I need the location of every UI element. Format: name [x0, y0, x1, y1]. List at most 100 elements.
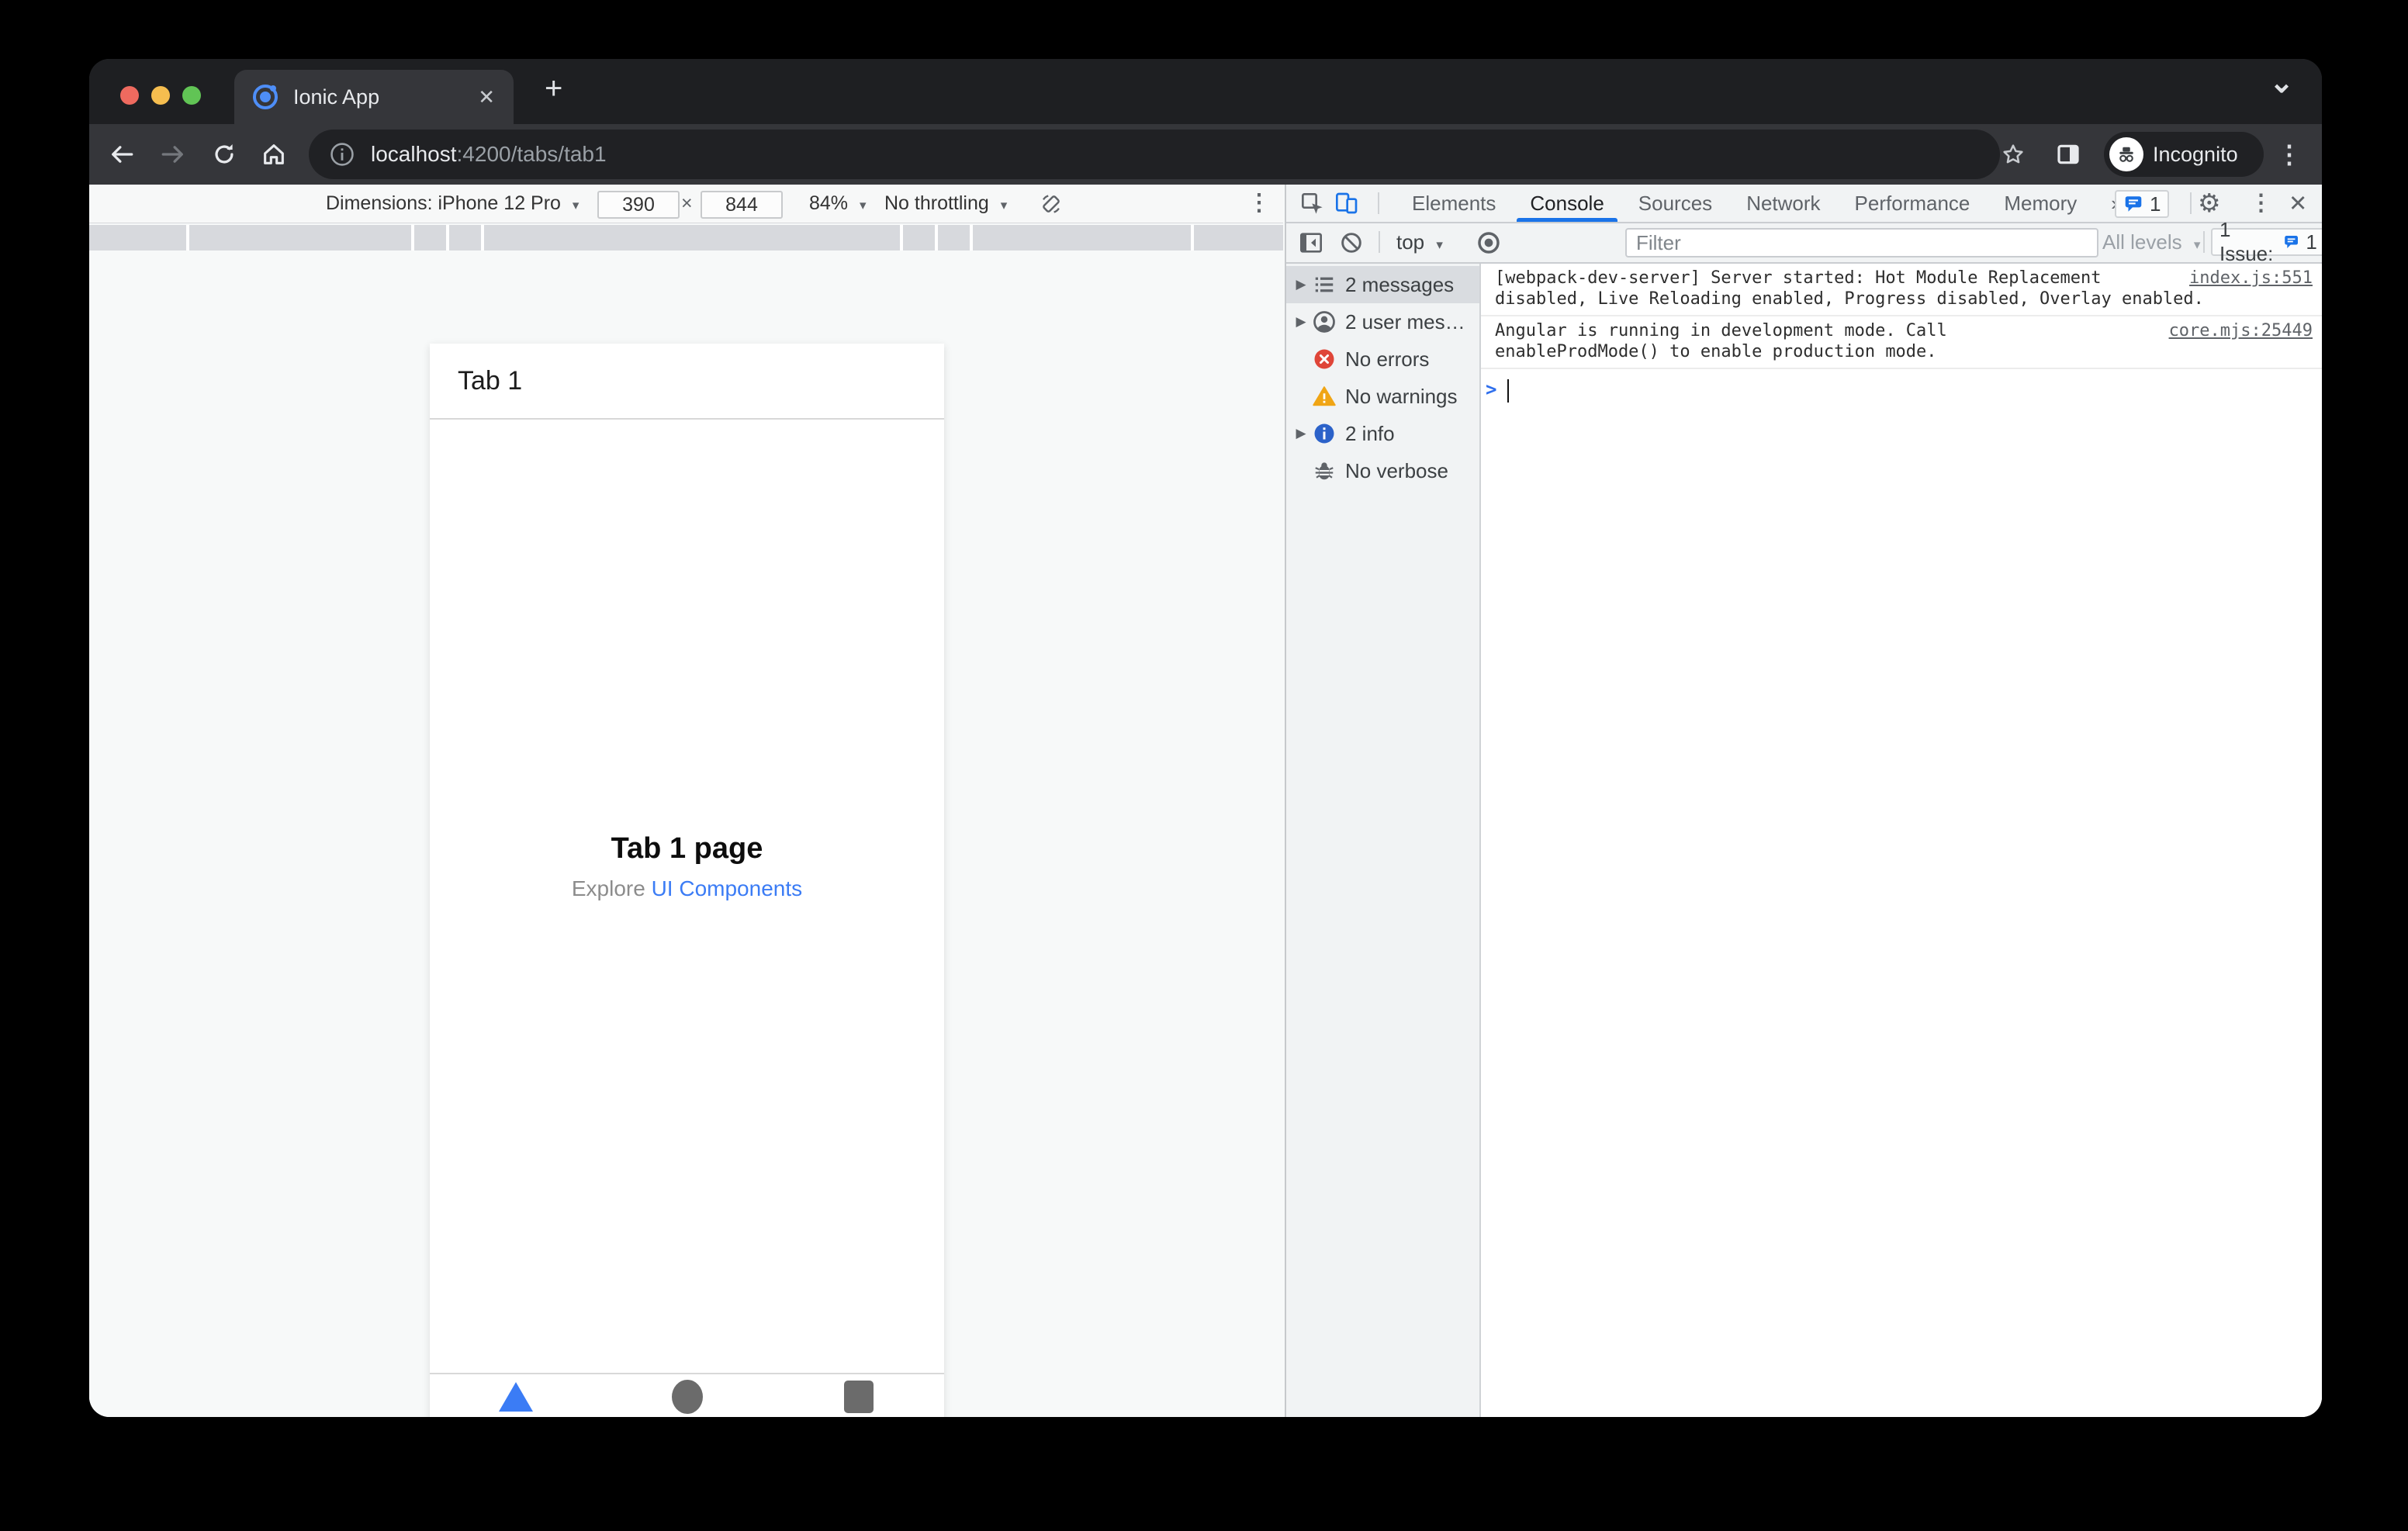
warning-icon [1313, 385, 1336, 408]
inspect-element-icon[interactable] [1300, 192, 1325, 216]
console-filter-input[interactable] [1625, 228, 2098, 257]
error-icon [1313, 347, 1336, 371]
new-tab-button[interactable]: + [545, 71, 562, 106]
expand-arrow-icon[interactable]: ▶ [1289, 426, 1313, 441]
square-icon [843, 1381, 874, 1413]
device-width-input[interactable] [597, 191, 680, 219]
messages-list-icon [1313, 273, 1336, 296]
console-message: core.mjs:25449 Angular is running in dev… [1481, 316, 2322, 369]
devtools-tab-console[interactable]: Console [1517, 185, 1617, 222]
user-messages-icon [1313, 310, 1336, 334]
site-info-icon[interactable] [329, 141, 355, 168]
ui-components-link[interactable]: UI Components [652, 876, 803, 900]
browser-tab[interactable]: Ionic App ✕ [234, 70, 514, 124]
back-icon[interactable] [103, 136, 140, 173]
caret-down-icon: ▾ [572, 198, 580, 213]
url-host: localhost [371, 142, 457, 166]
tab-strip: Ionic App ✕ + ⌄ [89, 59, 2322, 124]
source-link[interactable]: index.js:551 [2189, 268, 2313, 289]
divider [1379, 231, 1380, 253]
sidebar-item-all-messages[interactable]: ▶ 2 messages [1286, 266, 1479, 303]
divider [1378, 192, 1379, 214]
ruler-tick [411, 225, 414, 251]
sidebar-item-errors[interactable]: No errors [1286, 340, 1479, 378]
browser-menu-icon[interactable]: ⋮ [2271, 136, 2308, 173]
browser-toolbar: localhost:4200/tabs/tab1 Incognito ⋮ [89, 124, 2322, 185]
side-panel-icon[interactable] [2050, 136, 2087, 173]
sidebar-item-user-messages[interactable]: ▶ 2 user messages [1286, 303, 1479, 340]
incognito-badge: Incognito [2104, 132, 2264, 177]
caret-down-icon: ▾ [860, 198, 867, 213]
message-line: disabled, Live Reloading enabled, Progre… [1495, 289, 2204, 309]
devtools-tab-bar: Elements Console Sources Network Perform… [1286, 185, 2322, 223]
console-messages-pane: index.js:551 [webpack-dev-server] Server… [1481, 264, 2322, 1417]
issues-counter-button[interactable]: 1 [2115, 190, 2170, 218]
device-zoom-select[interactable]: 84% ▾ [809, 185, 867, 222]
device-height-input[interactable] [701, 191, 783, 219]
forward-icon [154, 136, 192, 173]
triangle-icon [498, 1382, 533, 1412]
tab-title: Ionic App [293, 85, 380, 109]
console-sidebar: ▶ 2 messages ▶ 2 user messages [1286, 264, 1481, 1417]
home-icon[interactable] [255, 136, 292, 173]
ruler-tick [935, 225, 938, 251]
issue-bubble-icon [2285, 236, 2299, 248]
devtools-close-icon[interactable]: ✕ [2289, 190, 2307, 217]
devtools-tab-elements[interactable]: Elements [1412, 185, 1496, 222]
toggle-console-sidebar-icon[interactable] [1299, 230, 1323, 255]
rotate-device-icon[interactable] [1040, 192, 1063, 230]
console-toolbar: top ▾ All levels ▾ 1 Issue: 1 [1286, 218, 2322, 265]
sidebar-item-verbose[interactable]: No verbose [1286, 452, 1479, 489]
issues-button[interactable]: 1 Issue: 1 [2211, 218, 2322, 265]
devtools-tab-sources[interactable]: Sources [1638, 185, 1712, 222]
incognito-icon [2109, 137, 2143, 171]
device-throttling-select[interactable]: No throttling ▾ [884, 185, 1007, 222]
devtools-tab-network[interactable]: Network [1746, 185, 1820, 222]
devtools-tab-memory[interactable]: Memory [2004, 185, 2077, 222]
expand-arrow-icon[interactable]: ▶ [1289, 314, 1313, 330]
prompt-chevron-icon: > [1486, 378, 1497, 400]
traffic-light-zoom[interactable] [182, 86, 201, 105]
sidebar-item-info[interactable]: ▶ 2 info [1286, 415, 1479, 452]
app-page-content: Tab 1 page Explore UI Components [430, 832, 944, 901]
devtools-tab-performance[interactable]: Performance [1855, 185, 1970, 222]
device-toolbar: Dimensions: iPhone 12 Pro ▾ × 84% ▾ No t… [89, 185, 1283, 223]
device-dimensions-select[interactable]: Dimensions: iPhone 12 Pro ▾ [326, 185, 579, 222]
dimensions-separator: × [681, 192, 693, 214]
reload-icon[interactable] [206, 136, 243, 173]
console-prompt[interactable]: > [1481, 369, 2322, 403]
traffic-light-close[interactable] [120, 86, 139, 105]
traffic-light-minimize[interactable] [151, 86, 170, 105]
text-cursor [1507, 379, 1510, 403]
ruler-tick [481, 225, 484, 251]
console-context-select[interactable]: top ▾ [1396, 223, 1443, 264]
url-bar[interactable]: localhost:4200/tabs/tab1 [309, 130, 2000, 179]
ellipse-icon [671, 1380, 703, 1414]
clear-console-icon[interactable] [1339, 230, 1364, 255]
device-toolbar-menu-icon[interactable]: ⋮ [1247, 185, 1271, 222]
explore-text: Explore [571, 876, 652, 900]
app-tab-1[interactable]: Tab 1 [430, 1374, 601, 1417]
toggle-device-toolbar-icon[interactable] [1334, 191, 1359, 216]
app-tab-3[interactable]: Tab 3 [773, 1374, 944, 1417]
devtools-menu-icon[interactable]: ⋮ [2250, 189, 2272, 216]
device-ruler-strip [89, 225, 1283, 251]
caret-down-icon: ▾ [1436, 237, 1443, 252]
tab-close-icon[interactable]: ✕ [478, 85, 495, 109]
ruler-tick [970, 225, 973, 251]
bookmark-star-icon[interactable] [1995, 136, 2032, 173]
message-line: enableProdMode() to enable production mo… [1495, 342, 1937, 361]
phone-viewport: Tab 1 Tab 1 page Explore UI Components T… [430, 344, 944, 1417]
active-tab-underline [1517, 218, 1617, 222]
devtools-settings-gear-icon[interactable]: ⚙ [2198, 188, 2221, 218]
app-tab-2[interactable]: Tab 2 [601, 1374, 773, 1417]
caret-down-icon: ▾ [1000, 198, 1008, 213]
tab-search-chevron-icon[interactable]: ⌄ [2269, 65, 2294, 100]
caret-down-icon: ▾ [2193, 237, 2201, 252]
sidebar-item-warnings[interactable]: No warnings [1286, 378, 1479, 415]
source-link[interactable]: core.mjs:25449 [2169, 320, 2313, 341]
expand-arrow-icon[interactable]: ▶ [1289, 277, 1313, 292]
device-emulation-pane: Dimensions: iPhone 12 Pro ▾ × 84% ▾ No t… [89, 185, 1283, 1417]
live-expression-eye-icon[interactable] [1476, 230, 1501, 255]
page-title: Tab 1 page [611, 832, 763, 865]
